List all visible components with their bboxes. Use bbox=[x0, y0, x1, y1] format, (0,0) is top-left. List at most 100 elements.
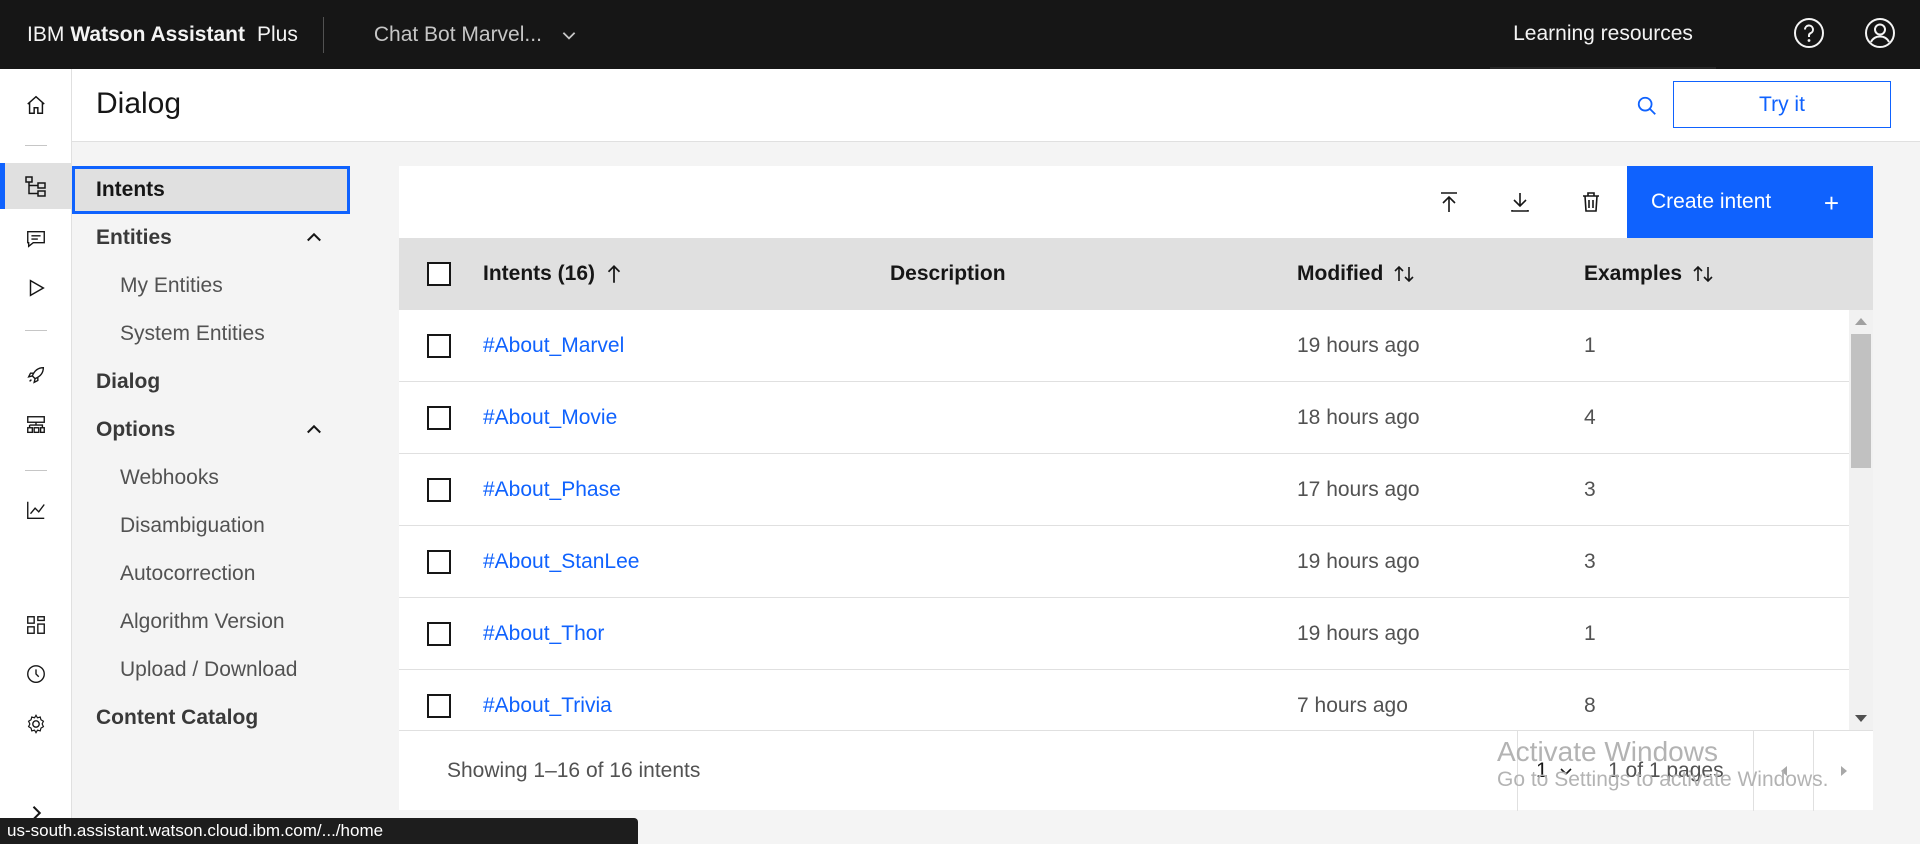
assistant-name: Chat Bot Marvel... bbox=[373, 22, 542, 46]
next-page-button[interactable] bbox=[1813, 731, 1873, 811]
plus-icon: + bbox=[1823, 188, 1839, 218]
trash-icon[interactable] bbox=[1575, 186, 1607, 218]
intent-name-link[interactable]: #About_Marvel bbox=[483, 310, 624, 382]
chevron-up-icon bbox=[307, 424, 321, 434]
subnav-item-system-entities[interactable]: System Entities bbox=[72, 310, 350, 358]
modified-cell: 19 hours ago bbox=[1297, 550, 1420, 573]
row-checkbox[interactable] bbox=[427, 334, 451, 358]
intent-name-link[interactable]: #About_Trivia bbox=[483, 670, 612, 730]
assistant-switcher[interactable]: Chat Bot Marvel... bbox=[374, 23, 578, 47]
page-number-select[interactable]: 1 bbox=[1517, 731, 1585, 811]
intent-name-link[interactable]: #About_Phase bbox=[483, 454, 621, 526]
try-it-button[interactable]: Try it bbox=[1673, 81, 1891, 128]
play-icon[interactable] bbox=[0, 265, 72, 311]
product-name[interactable]: IBM Watson Assistant Plus bbox=[0, 0, 298, 69]
examples-cell: 4 bbox=[1584, 406, 1596, 429]
subnav-label: Entities bbox=[96, 226, 172, 249]
table-body: #About_Marvel 19 hours ago 1 #About_Movi… bbox=[399, 310, 1849, 730]
subnav-item-disambiguation[interactable]: Disambiguation bbox=[72, 502, 350, 550]
create-intent-label: Create intent bbox=[1651, 190, 1772, 213]
integrations-icon[interactable] bbox=[0, 402, 72, 448]
rail-divider bbox=[25, 330, 47, 331]
column-header-examples[interactable]: Examples bbox=[1584, 238, 1714, 310]
dashboard-icon[interactable] bbox=[0, 602, 72, 648]
home-icon[interactable] bbox=[0, 82, 72, 128]
chevron-down-icon bbox=[1560, 768, 1572, 776]
intent-name-link[interactable]: #About_StanLee bbox=[483, 526, 639, 598]
modified-cell: 17 hours ago bbox=[1297, 478, 1420, 501]
previous-page-button[interactable] bbox=[1753, 731, 1813, 811]
subnav-item-entities[interactable]: Entities bbox=[72, 214, 350, 262]
chevron-down-icon bbox=[562, 31, 576, 40]
select-all-checkbox[interactable] bbox=[427, 262, 451, 286]
table-row[interactable]: #About_Thor 19 hours ago 1 bbox=[399, 598, 1849, 670]
row-checkbox[interactable] bbox=[427, 406, 451, 430]
rocket-icon[interactable] bbox=[0, 352, 72, 398]
brand-name: Watson Assistant bbox=[70, 22, 245, 46]
modified-cell: 19 hours ago bbox=[1297, 622, 1420, 645]
intent-name-link[interactable]: #About_Movie bbox=[483, 382, 617, 454]
clock-icon[interactable] bbox=[0, 651, 72, 697]
column-label: Intents (16) bbox=[483, 262, 596, 285]
intents-table-panel: Create intent + Intents (16) Description… bbox=[399, 166, 1873, 811]
learning-resources-link[interactable]: Learning resources bbox=[1490, 0, 1716, 69]
column-label: Examples bbox=[1584, 262, 1683, 285]
intent-name-link[interactable]: #About_Thor bbox=[483, 598, 604, 670]
intents-tree-icon[interactable] bbox=[0, 163, 72, 209]
table-header: Intents (16) Description Modified Exampl… bbox=[399, 238, 1873, 310]
settings-gear-icon[interactable] bbox=[0, 701, 72, 747]
pagination-bar: Showing 1–16 of 16 intents 1 1 of 1 page… bbox=[399, 730, 1873, 811]
subnav-item-algorithm-version[interactable]: Algorithm Version bbox=[72, 598, 350, 646]
subnav-item-webhooks[interactable]: Webhooks bbox=[72, 454, 350, 502]
table-row[interactable]: #About_Marvel 19 hours ago 1 bbox=[399, 310, 1849, 382]
row-checkbox[interactable] bbox=[427, 550, 451, 574]
table-row[interactable]: #About_Trivia 7 hours ago 8 bbox=[399, 670, 1849, 730]
sort-ascending-icon bbox=[607, 265, 621, 283]
table-row[interactable]: #About_StanLee 19 hours ago 3 bbox=[399, 526, 1849, 598]
column-label: Modified bbox=[1297, 262, 1384, 285]
scroll-thumb[interactable] bbox=[1851, 334, 1871, 468]
column-header-description: Description bbox=[890, 238, 1006, 310]
subnav-item-options[interactable]: Options bbox=[72, 406, 350, 454]
upload-icon[interactable] bbox=[1433, 186, 1465, 218]
table-toolbar: Create intent + bbox=[399, 166, 1873, 238]
sort-icon bbox=[1394, 265, 1414, 283]
examples-cell: 1 bbox=[1584, 334, 1596, 357]
scroll-down-arrow-icon[interactable] bbox=[1855, 715, 1867, 722]
modified-cell: 7 hours ago bbox=[1297, 694, 1408, 717]
modified-cell: 19 hours ago bbox=[1297, 334, 1420, 357]
column-label: Description bbox=[890, 262, 1006, 285]
browser-status-url: us-south.assistant.watson.cloud.ibm.com/… bbox=[0, 818, 638, 844]
scroll-up-arrow-icon[interactable] bbox=[1855, 318, 1867, 325]
subnav-item-content-catalog[interactable]: Content Catalog bbox=[72, 694, 350, 742]
table-scrollbar[interactable] bbox=[1849, 310, 1873, 730]
examples-cell: 3 bbox=[1584, 550, 1596, 573]
row-checkbox[interactable] bbox=[427, 622, 451, 646]
sort-icon bbox=[1693, 265, 1713, 283]
topbar-divider bbox=[322, 16, 324, 53]
subnav-item-my-entities[interactable]: My Entities bbox=[72, 262, 350, 310]
search-icon[interactable] bbox=[1632, 91, 1662, 121]
chat-icon[interactable] bbox=[0, 216, 72, 262]
page-header: Dialog Try it bbox=[72, 69, 1920, 142]
subnav-item-autocorrection[interactable]: Autocorrection bbox=[72, 550, 350, 598]
pagination-status: Showing 1–16 of 16 intents bbox=[447, 759, 701, 782]
row-checkbox[interactable] bbox=[427, 694, 451, 718]
column-header-modified[interactable]: Modified bbox=[1297, 238, 1415, 310]
user-avatar-icon[interactable] bbox=[1862, 15, 1898, 51]
analytics-icon[interactable] bbox=[0, 487, 72, 533]
modified-cell: 18 hours ago bbox=[1297, 406, 1420, 429]
create-intent-button[interactable]: Create intent + bbox=[1627, 166, 1873, 238]
page-of-label: 1 of 1 pages bbox=[1608, 759, 1724, 782]
subnav-item-upload-download[interactable]: Upload / Download bbox=[72, 646, 350, 694]
brand-prefix: IBM bbox=[27, 22, 65, 46]
download-icon[interactable] bbox=[1504, 186, 1536, 218]
subnav-item-intents[interactable]: Intents bbox=[72, 166, 350, 214]
column-header-intents[interactable]: Intents (16) bbox=[483, 238, 623, 310]
table-row[interactable]: #About_Movie 18 hours ago 4 bbox=[399, 382, 1849, 454]
help-icon[interactable] bbox=[1791, 15, 1827, 51]
table-row[interactable]: #About_Phase 17 hours ago 3 bbox=[399, 454, 1849, 526]
subnav-item-dialog[interactable]: Dialog bbox=[72, 358, 350, 406]
row-checkbox[interactable] bbox=[427, 478, 451, 502]
subnav-label: Options bbox=[96, 418, 176, 441]
